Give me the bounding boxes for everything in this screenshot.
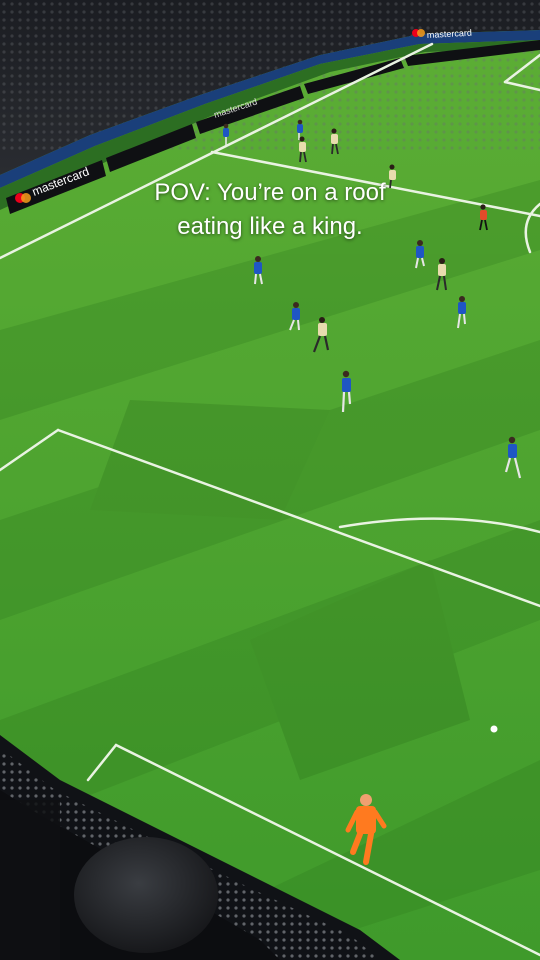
stadium-pitch-scene: mastercard mastercard mastercard bbox=[0, 0, 540, 960]
caption-line-2: eating like a king. bbox=[177, 213, 363, 240]
caption-line-1: POV: You’re on a roof bbox=[154, 179, 386, 206]
ball bbox=[490, 725, 498, 733]
spectator-head bbox=[74, 837, 218, 953]
video-caption: POV: You’re on a roof eating like a king… bbox=[0, 176, 540, 244]
